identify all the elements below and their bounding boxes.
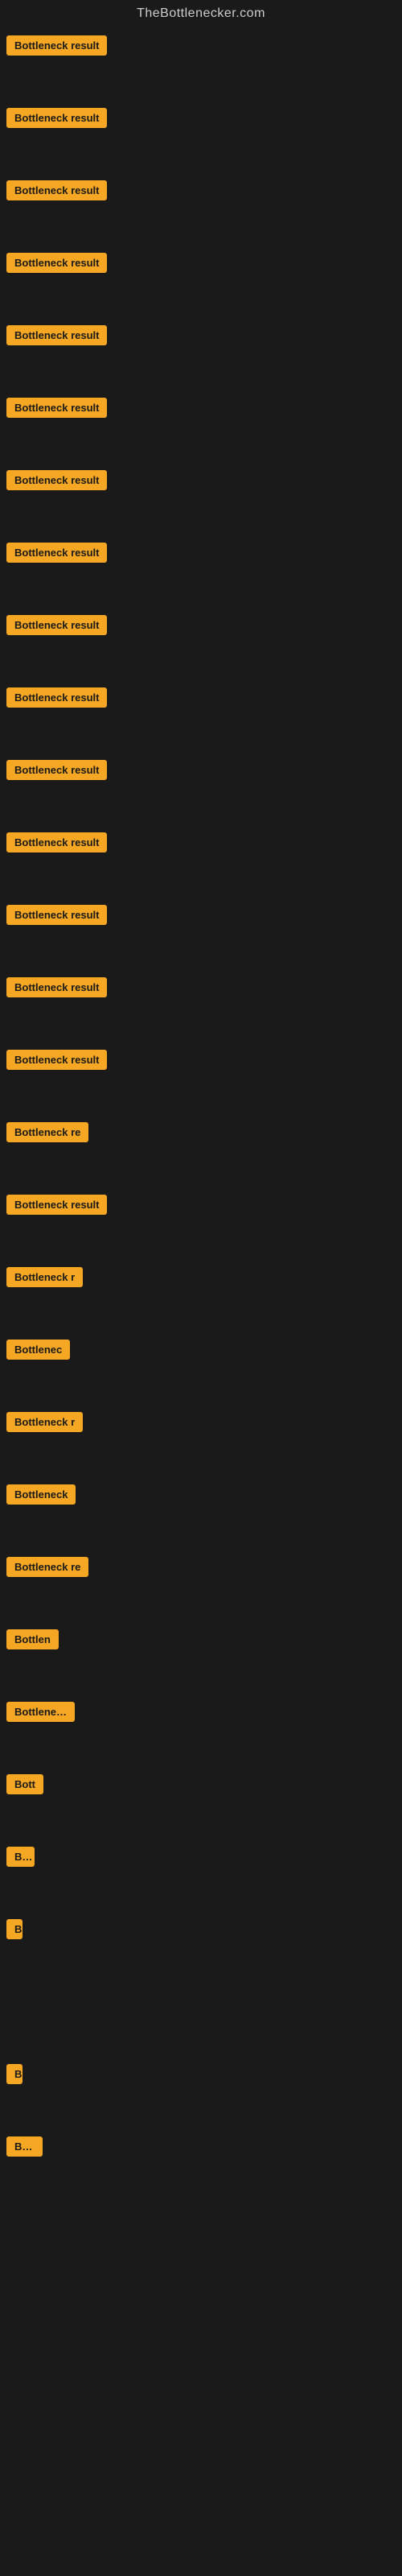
bottleneck-badge: Bottleneck result <box>6 1195 107 1215</box>
bottleneck-item-29[interactable]: B <box>6 2056 396 2128</box>
bottleneck-item-15[interactable]: Bottleneck result <box>6 1042 396 1114</box>
bottleneck-badge: Bottleneck result <box>6 832 107 852</box>
bottleneck-item-3[interactable]: Bottleneck result <box>6 172 396 245</box>
bottleneck-item-24[interactable]: Bottleneck <box>6 1694 396 1766</box>
bottleneck-badge: Bottleneck result <box>6 470 107 490</box>
bottleneck-badge: Bottlen <box>6 1629 59 1649</box>
bottleneck-item-6[interactable]: Bottleneck result <box>6 390 396 462</box>
bottleneck-item-20[interactable]: Bottleneck r <box>6 1404 396 1476</box>
bottleneck-badge: Bottleneck result <box>6 687 107 708</box>
bottleneck-badge: Bott <box>6 1774 43 1794</box>
bottleneck-item-22[interactable]: Bottleneck re <box>6 1549 396 1621</box>
bottleneck-badge: Bottlenec <box>6 1340 70 1360</box>
bottleneck-item-5[interactable]: Bottleneck result <box>6 317 396 390</box>
bottleneck-item-30[interactable]: Bott <box>6 2128 396 2201</box>
bottleneck-badge: Bottleneck <box>6 1702 75 1722</box>
bottleneck-item-17[interactable]: Bottleneck result <box>6 1187 396 1259</box>
bottleneck-badge: Bottleneck result <box>6 977 107 997</box>
bottleneck-item-28[interactable] <box>6 1984 396 2056</box>
bottleneck-item-16[interactable]: Bottleneck re <box>6 1114 396 1187</box>
bottleneck-badge: Bottleneck result <box>6 108 107 128</box>
bottleneck-badge: Bottleneck r <box>6 1267 83 1287</box>
bottleneck-item-1[interactable]: Bottleneck result <box>6 27 396 100</box>
bottleneck-item-25[interactable]: Bott <box>6 1766 396 1839</box>
bottleneck-item-4[interactable]: Bottleneck result <box>6 245 396 317</box>
bottleneck-badge: B <box>6 1919 23 1939</box>
bottleneck-badge: Bott <box>6 2136 43 2157</box>
bottleneck-badge: Bottleneck <box>6 1484 76 1505</box>
bottleneck-item-18[interactable]: Bottleneck r <box>6 1259 396 1331</box>
bottleneck-item-14[interactable]: Bottleneck result <box>6 969 396 1042</box>
bottleneck-item-7[interactable]: Bottleneck result <box>6 462 396 535</box>
bottleneck-badge: Bottleneck result <box>6 615 107 635</box>
bottleneck-badge: Bo <box>6 1847 35 1867</box>
bottleneck-item-12[interactable]: Bottleneck result <box>6 824 396 897</box>
bottleneck-badge: Bottleneck result <box>6 1050 107 1070</box>
bottleneck-item-13[interactable]: Bottleneck result <box>6 897 396 969</box>
bottleneck-item-8[interactable]: Bottleneck result <box>6 535 396 607</box>
bottleneck-badge: Bottleneck result <box>6 543 107 563</box>
bottleneck-badge: Bottleneck result <box>6 35 107 56</box>
bottleneck-badge: Bottleneck result <box>6 180 107 200</box>
site-title: TheBottlenecker.com <box>6 0 396 27</box>
bottleneck-badge: Bottleneck result <box>6 905 107 925</box>
bottleneck-badge: Bottleneck re <box>6 1557 88 1577</box>
bottleneck-badge: Bottleneck re <box>6 1122 88 1142</box>
bottleneck-item-21[interactable]: Bottleneck <box>6 1476 396 1549</box>
bottleneck-item-26[interactable]: Bo <box>6 1839 396 1911</box>
bottleneck-badge: Bottleneck result <box>6 325 107 345</box>
bottleneck-item-23[interactable]: Bottlen <box>6 1621 396 1694</box>
bottleneck-item-11[interactable]: Bottleneck result <box>6 752 396 824</box>
bottleneck-item-10[interactable]: Bottleneck result <box>6 679 396 752</box>
bottleneck-item-19[interactable]: Bottlenec <box>6 1331 396 1404</box>
bottleneck-item-9[interactable]: Bottleneck result <box>6 607 396 679</box>
bottleneck-badge: Bottleneck result <box>6 253 107 273</box>
bottleneck-badge: Bottleneck r <box>6 1412 83 1432</box>
bottleneck-item-2[interactable]: Bottleneck result <box>6 100 396 172</box>
bottleneck-badge: B <box>6 2064 23 2084</box>
bottleneck-badge: Bottleneck result <box>6 760 107 780</box>
bottleneck-badge: Bottleneck result <box>6 398 107 418</box>
bottleneck-item-27[interactable]: B <box>6 1911 396 1984</box>
